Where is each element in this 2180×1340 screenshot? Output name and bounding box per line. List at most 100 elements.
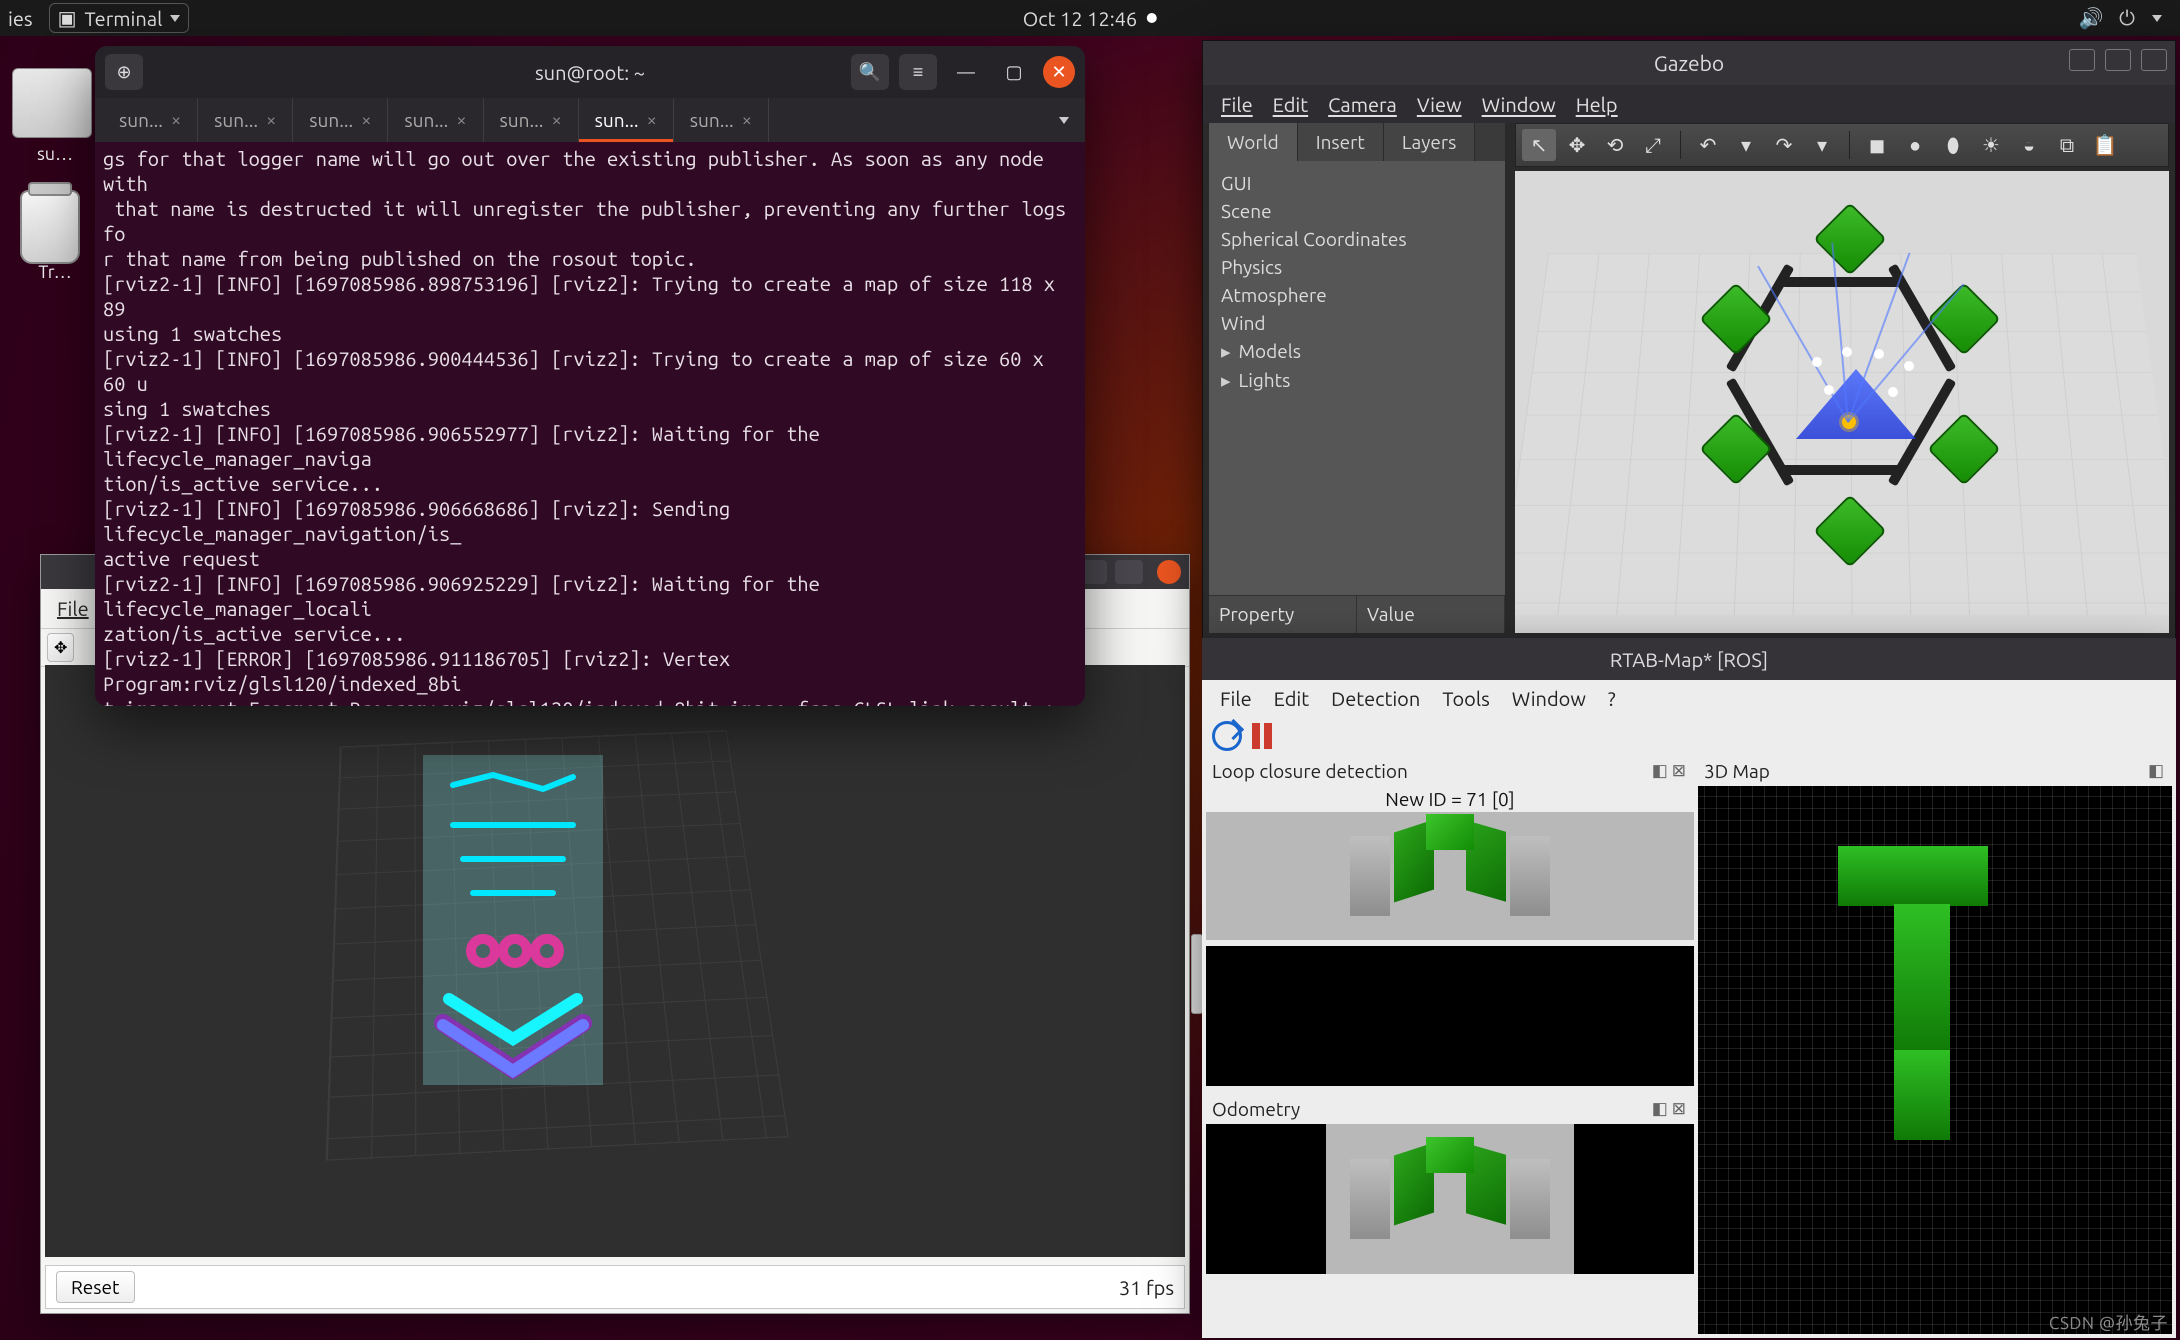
close-panel-icon[interactable]: ⊠ — [1672, 1099, 1686, 1119]
app-menu[interactable]: ▣ Terminal — [49, 3, 190, 33]
spotlight-icon[interactable]: ◒ — [2012, 129, 2046, 161]
copy-icon[interactable]: ⧉ — [2050, 129, 2084, 161]
gazebo-side-panel: WorldInsertLayers GUISceneSpherical Coor… — [1209, 123, 1505, 633]
sphere-icon[interactable]: ● — [1898, 129, 1932, 161]
loop-closure-view[interactable] — [1206, 812, 1694, 940]
tab-close-icon[interactable]: × — [266, 110, 276, 130]
rviz-3d-view[interactable] — [45, 665, 1185, 1257]
gazebo-side-tab-world[interactable]: World — [1209, 123, 1298, 161]
odometry-view-left[interactable] — [1206, 1124, 1326, 1274]
terminal-tab[interactable]: sun...× — [198, 98, 293, 142]
maximize-button[interactable] — [1115, 560, 1143, 584]
terminal-tab[interactable]: sun...× — [674, 98, 769, 142]
tabs-overflow-button[interactable] — [1043, 98, 1085, 142]
close-button[interactable] — [2141, 49, 2167, 71]
rviz-statusbar: Reset 31 fps — [45, 1265, 1185, 1309]
caret-icon[interactable]: ▾ — [1729, 129, 1763, 161]
terminal-tab[interactable]: sun...× — [388, 98, 483, 142]
rtabmap-titlebar[interactable]: RTAB-Map* [ROS] — [1202, 638, 2176, 680]
clock[interactable]: Oct 12 12:46 — [1023, 7, 1137, 30]
3d-map-view[interactable] — [1698, 786, 2172, 1334]
tab-close-icon[interactable]: × — [456, 110, 466, 130]
gazebo-world-tree[interactable]: GUISceneSpherical CoordinatesPhysicsAtmo… — [1209, 161, 1505, 595]
volume-icon[interactable]: 🔊 — [2080, 7, 2102, 29]
gazebo-3d-view[interactable] — [1515, 171, 2169, 633]
terminal-tab[interactable]: sun...× — [579, 98, 674, 142]
cylinder-icon[interactable]: ⬮ — [1936, 129, 1970, 161]
rtab-menu-tools[interactable]: Tools — [1432, 684, 1499, 713]
gazebo-menu-edit[interactable]: Edit — [1265, 89, 1316, 120]
tab-close-icon[interactable]: × — [361, 110, 371, 130]
gazebo-menu-file[interactable]: File — [1213, 89, 1261, 120]
system-menu-caret-icon[interactable] — [2152, 15, 2162, 22]
gazebo-titlebar[interactable]: Gazebo — [1203, 41, 2175, 85]
scale-icon[interactable]: ⤢ — [1636, 129, 1670, 161]
caret-icon[interactable]: ▾ — [1805, 129, 1839, 161]
move-icon[interactable]: ✥ — [1560, 129, 1594, 161]
rtab-menu-help[interactable]: ? — [1598, 684, 1626, 713]
hamburger-menu-button[interactable]: ≡ — [899, 54, 937, 90]
terminal-window[interactable]: ⊕ sun@root: ~ 🔍 ≡ — ▢ ✕ sun...×sun...×su… — [95, 46, 1085, 706]
rtab-menu-detection[interactable]: Detection — [1321, 684, 1430, 713]
rviz-menu-file[interactable]: File — [47, 593, 99, 624]
terminal-titlebar[interactable]: ⊕ sun@root: ~ 🔍 ≡ — ▢ ✕ — [95, 46, 1085, 98]
tab-close-icon[interactable]: × — [647, 110, 657, 130]
minimize-button[interactable] — [2069, 49, 2095, 71]
close-button[interactable]: ✕ — [1043, 56, 1075, 88]
gazebo-menu-help[interactable]: Help — [1568, 89, 1626, 120]
rtab-menu-window[interactable]: Window — [1502, 684, 1596, 713]
tree-item-expandable[interactable]: Models — [1219, 337, 1495, 366]
tree-item[interactable]: Spherical Coordinates — [1219, 225, 1495, 253]
gazebo-side-tab-layers[interactable]: Layers — [1384, 123, 1476, 161]
undock-icon[interactable]: ◧ — [2148, 761, 2164, 781]
new-tab-button[interactable]: ⊕ — [105, 54, 143, 90]
redo-icon[interactable]: ↷ — [1767, 129, 1801, 161]
gazebo-menu-view[interactable]: View — [1409, 89, 1470, 120]
pause-icon[interactable] — [1252, 723, 1272, 749]
maximize-button[interactable]: ▢ — [995, 54, 1033, 90]
undo-icon[interactable]: ↶ — [1691, 129, 1725, 161]
reset-button[interactable]: Reset — [56, 1271, 135, 1303]
tree-item-expandable[interactable]: Lights — [1219, 366, 1495, 395]
gazebo-menu-camera[interactable]: Camera — [1320, 89, 1405, 120]
paste-icon[interactable]: 📋 — [2088, 129, 2122, 161]
close-button[interactable] — [1157, 560, 1181, 584]
gazebo-menu-window[interactable]: Window — [1474, 89, 1564, 120]
tree-item[interactable]: Atmosphere — [1219, 281, 1495, 309]
odometry-view-right[interactable] — [1574, 1124, 1694, 1274]
refresh-icon[interactable] — [1212, 721, 1242, 751]
gazebo-window[interactable]: Gazebo FileEditCameraViewWindowHelp Worl… — [1202, 40, 2176, 640]
sun-icon[interactable]: ☀ — [1974, 129, 2008, 161]
move-camera-tool-icon[interactable]: ✥ — [47, 633, 74, 662]
cursor-icon[interactable]: ↖ — [1522, 129, 1556, 161]
power-icon[interactable]: ⏻ — [2116, 7, 2138, 29]
terminal-tab[interactable]: sun...× — [484, 98, 579, 142]
loop-closure-match-view[interactable] — [1206, 946, 1694, 1086]
rtabmap-window[interactable]: RTAB-Map* [ROS] FileEditDetectionToolsWi… — [1202, 638, 2176, 1338]
terminal-tab[interactable]: sun...× — [103, 98, 198, 142]
activities-label[interactable]: ies — [8, 7, 33, 30]
tab-close-icon[interactable]: × — [171, 110, 181, 130]
odometry-view-center[interactable] — [1326, 1124, 1574, 1274]
terminal-tab[interactable]: sun...× — [293, 98, 388, 142]
close-panel-icon[interactable]: ⊠ — [1672, 761, 1686, 781]
box-icon[interactable]: ◼ — [1860, 129, 1894, 161]
tree-item[interactable]: Scene — [1219, 197, 1495, 225]
undock-icon[interactable]: ◧ — [1652, 761, 1668, 781]
tab-close-icon[interactable]: × — [742, 110, 752, 130]
tree-item[interactable]: GUI — [1219, 169, 1495, 197]
terminal-output[interactable]: gs for that logger name will go out over… — [95, 142, 1085, 706]
tab-close-icon[interactable]: × — [551, 110, 561, 130]
gazebo-side-tab-insert[interactable]: Insert — [1298, 123, 1384, 161]
rotate-icon[interactable]: ⟲ — [1598, 129, 1632, 161]
undock-icon[interactable]: ◧ — [1652, 1099, 1668, 1119]
trash-icon[interactable] — [20, 190, 80, 264]
tree-item[interactable]: Wind — [1219, 309, 1495, 337]
maximize-button[interactable] — [2105, 49, 2131, 71]
desktop-folder-icon[interactable] — [12, 68, 92, 138]
search-button[interactable]: 🔍 — [851, 54, 889, 90]
rtab-menu-edit[interactable]: Edit — [1264, 684, 1319, 713]
rtab-menu-file[interactable]: File — [1210, 684, 1262, 713]
minimize-button[interactable]: — — [947, 54, 985, 90]
tree-item[interactable]: Physics — [1219, 253, 1495, 281]
